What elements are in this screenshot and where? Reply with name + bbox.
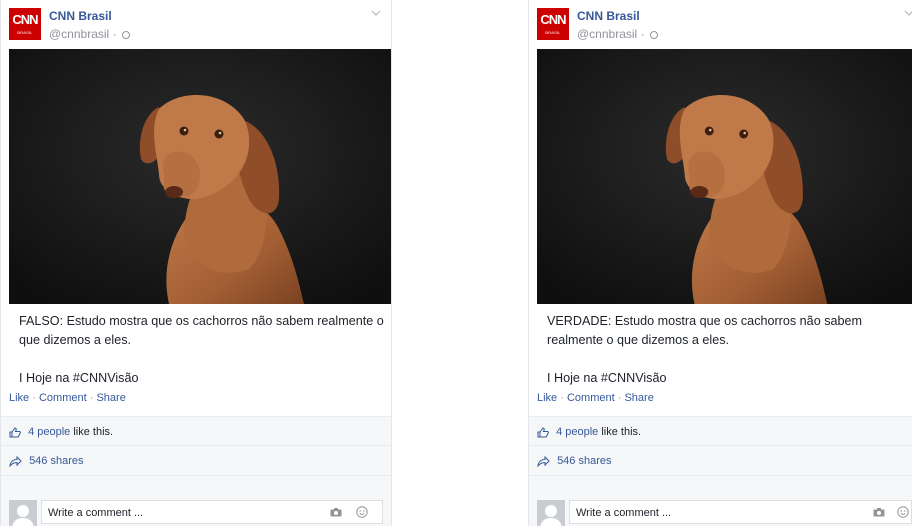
camera-icon[interactable] — [330, 508, 342, 517]
like-link[interactable]: Like — [9, 392, 29, 404]
page-name-link[interactable]: CNN Brasil — [577, 9, 640, 23]
dog-image — [9, 49, 391, 304]
separator-dot: · — [560, 392, 567, 404]
share-arrow-icon — [537, 455, 550, 467]
likes-suffix: like this. — [598, 426, 642, 438]
logo-subtext: BRASIL — [545, 30, 561, 35]
cnn-logo[interactable]: CNN BRASIL — [9, 8, 41, 40]
chevron-down-icon[interactable] — [904, 9, 912, 17]
share-link[interactable]: Share — [96, 392, 125, 404]
globe-icon — [649, 30, 658, 39]
comment-input[interactable]: Write a comment ... — [569, 500, 912, 524]
post-header: CNN BRASIL CNN Brasil @cnnbrasil · — [529, 0, 912, 48]
handle-row: @cnnbrasil · — [49, 27, 130, 41]
logo-text: CNN — [540, 12, 566, 27]
comment-area: Write a comment ... — [1, 476, 391, 526]
dog-image — [537, 49, 912, 304]
page-handle: @cnnbrasil — [49, 27, 110, 41]
emoji-icon[interactable] — [356, 506, 368, 518]
thumbs-up-icon — [9, 427, 21, 438]
avatar — [9, 500, 37, 526]
comment-placeholder: Write a comment ... — [576, 507, 672, 519]
caption-text: VERDADE: Estudo mostra que os cachorros … — [547, 314, 862, 347]
like-link[interactable]: Like — [537, 392, 557, 404]
caption-text: FALSO: Estudo mostra que os cachorros nã… — [19, 314, 384, 347]
post-card: CNN BRASIL CNN Brasil @cnnbrasil · VERDA… — [528, 0, 912, 526]
comment-placeholder: Write a comment ... — [48, 507, 144, 519]
thumbs-up-icon — [537, 427, 549, 438]
separator-dot: · — [32, 392, 39, 404]
avatar — [537, 500, 565, 526]
post-actions: Like · Comment · Share — [9, 392, 126, 404]
comment-link[interactable]: Comment — [39, 392, 87, 404]
post-header: CNN BRASIL CNN Brasil @cnnbrasil · — [1, 0, 391, 48]
post-photo[interactable] — [537, 49, 912, 304]
post-photo[interactable] — [9, 49, 391, 304]
emoji-icon[interactable] — [897, 506, 909, 518]
likes-count-link[interactable]: 4 people — [28, 426, 70, 438]
separator-dot: · — [640, 27, 645, 41]
share-arrow-icon — [9, 455, 22, 467]
shares-count[interactable]: 546 shares — [29, 455, 83, 467]
likes-summary: 4 people like this. — [1, 416, 391, 446]
post-caption: VERDADE: Estudo mostra que os cachorros … — [547, 312, 907, 388]
likes-count-link[interactable]: 4 people — [556, 426, 598, 438]
likes-summary: 4 people like this. — [529, 416, 912, 446]
shares-summary[interactable]: 546 shares — [529, 446, 912, 476]
handle-row: @cnnbrasil · — [577, 27, 658, 41]
likes-suffix: like this. — [70, 426, 114, 438]
post-card: CNN BRASIL CNN Brasil @cnnbrasil · FALSO… — [0, 0, 392, 526]
camera-icon[interactable] — [873, 508, 885, 517]
chevron-down-icon[interactable] — [371, 9, 381, 17]
logo-subtext: BRASIL — [17, 30, 33, 35]
share-link[interactable]: Share — [624, 392, 653, 404]
post-caption: FALSO: Estudo mostra que os cachorros nã… — [19, 312, 387, 388]
page-name-link[interactable]: CNN Brasil — [49, 9, 112, 23]
comment-input[interactable]: Write a comment ... — [41, 500, 383, 524]
shares-count[interactable]: 546 shares — [557, 455, 611, 467]
shares-summary[interactable]: 546 shares — [1, 446, 391, 476]
comment-link[interactable]: Comment — [567, 392, 615, 404]
caption-hashtag-line: I Hoje na #CNNVisão — [19, 371, 139, 385]
globe-icon — [121, 30, 130, 39]
post-actions: Like · Comment · Share — [537, 392, 654, 404]
page-handle: @cnnbrasil — [577, 27, 638, 41]
cnn-logo[interactable]: CNN BRASIL — [537, 8, 569, 40]
logo-text: CNN — [12, 12, 38, 27]
caption-hashtag-line: I Hoje na #CNNVisão — [547, 371, 667, 385]
separator-dot: · — [112, 27, 117, 41]
comment-area: Write a comment ... — [529, 476, 912, 526]
